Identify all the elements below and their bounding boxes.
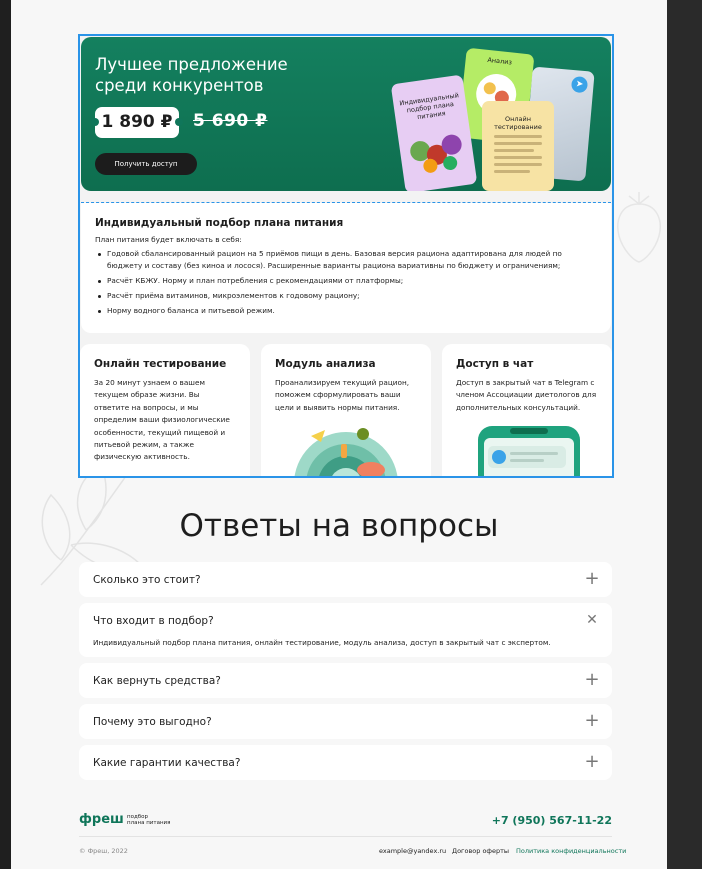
offer-banner: Лучшее предложение среди конкурентов 1 8… xyxy=(81,37,611,191)
close-icon[interactable]: ✕ xyxy=(584,612,600,628)
footer-privacy-link[interactable]: Политика конфиденциальности xyxy=(516,847,626,855)
testing-card-label: Онлайн тестирование xyxy=(494,115,542,131)
plan-item: Расчёт КБЖУ. Норму и план потребления с … xyxy=(95,275,597,287)
side-panel xyxy=(667,0,702,869)
faq-item[interactable]: Почему это выгодно? + xyxy=(79,704,612,739)
faq-question: Что входит в подбор? xyxy=(93,615,214,627)
faq-answer: Индивидуальный подбор плана питания, онл… xyxy=(93,638,551,647)
plus-icon[interactable]: + xyxy=(584,712,600,730)
analysis-card-label: Анализ xyxy=(487,55,513,67)
plus-icon[interactable]: + xyxy=(584,570,600,588)
faq-question: Почему это выгодно? xyxy=(93,716,212,728)
footer-copyright: © Фреш, 2022 xyxy=(79,847,128,855)
offer-title: Лучшее предложение среди конкурентов xyxy=(95,55,288,95)
footer-email-link[interactable]: example@yandex.ru xyxy=(379,847,446,855)
plan-details: Индивидуальный подбор плана питания План… xyxy=(81,203,611,333)
footer-offer-link[interactable]: Договор оферты xyxy=(452,847,509,855)
feature-title: Модуль анализа xyxy=(275,358,376,370)
feature-text: Доступ в закрытый чат в Telegram с члено… xyxy=(456,378,597,412)
plus-icon[interactable]: + xyxy=(584,671,600,689)
plan-item: Норму водного баланса и питьевой режим. xyxy=(95,305,597,317)
plan-item: Годовой сбалансированный рацион на 5 при… xyxy=(95,248,597,272)
plan-title: Индивидуальный подбор плана питания xyxy=(95,217,344,229)
plan-list: Годовой сбалансированный рацион на 5 при… xyxy=(95,248,597,317)
footer-tagline: подбор плана питания xyxy=(127,814,170,826)
feature-title: Онлайн тестирование xyxy=(94,358,227,370)
old-price: 5 690 ₽ xyxy=(193,111,268,131)
strawberry-decoration xyxy=(617,192,661,263)
nutrition-plate-illustration xyxy=(294,428,398,476)
feature-testing-card: Онлайн тестирование За 20 минут узнаем о… xyxy=(80,344,250,476)
selected-section: Лучшее предложение среди конкурентов 1 8… xyxy=(78,34,614,478)
plan-subtitle: План питания будет включать в себя: xyxy=(95,235,242,244)
footer-phone[interactable]: +7 (950) 567-11-22 xyxy=(492,814,612,827)
faq-item[interactable]: Сколько это стоит? + xyxy=(79,562,612,597)
feature-text: Проанализируем текущий рацион, поможем с… xyxy=(275,378,410,412)
faq-heading: Ответы на вопросы xyxy=(179,508,499,544)
faq-question: Какие гарантии качества? xyxy=(93,757,241,769)
testing-card: Онлайн тестирование xyxy=(482,101,554,191)
footer-logo[interactable]: фреш xyxy=(79,812,124,827)
phone-chat-illustration xyxy=(478,426,580,476)
feature-title: Доступ в чат xyxy=(456,358,534,370)
plus-icon[interactable]: + xyxy=(584,753,600,771)
feature-analysis-card: Модуль анализа Проанализируем текущий ра… xyxy=(261,344,431,476)
faq-item[interactable]: Как вернуть средства? + xyxy=(79,663,612,698)
faq-item[interactable]: Какие гарантии качества? + xyxy=(79,745,612,780)
telegram-icon: ➤ xyxy=(570,75,589,94)
get-access-button[interactable]: Получить доступ xyxy=(95,153,197,175)
faq-item-expanded[interactable]: Что входит в подбор? Индивидуальный подб… xyxy=(79,603,612,657)
feature-text: За 20 минут узнаем о вашем текущем образ… xyxy=(94,378,230,462)
footer-divider xyxy=(79,836,612,837)
plan-item: Расчёт приёма витаминов, микроэлементов … xyxy=(95,290,597,302)
footer-tagline-line: плана питания xyxy=(127,820,171,826)
faq-question: Сколько это стоит? xyxy=(93,574,201,586)
plan-card-label: Индивидуальный подбор плана питания xyxy=(398,91,460,122)
promo-cards-illustration: Анализ ➤ Индивидуальный подбор плана пит… xyxy=(390,47,611,191)
feature-chat-card: Доступ в чат Доступ в закрытый чат в Tel… xyxy=(442,344,612,476)
plan-card: Индивидуальный подбор плана питания xyxy=(390,74,478,191)
faq-question: Как вернуть средства? xyxy=(93,675,221,687)
landing-page: Лучшее предложение среди конкурентов 1 8… xyxy=(11,0,667,869)
vegetables-icon xyxy=(410,134,462,173)
new-price: 1 890 ₽ xyxy=(91,107,183,138)
